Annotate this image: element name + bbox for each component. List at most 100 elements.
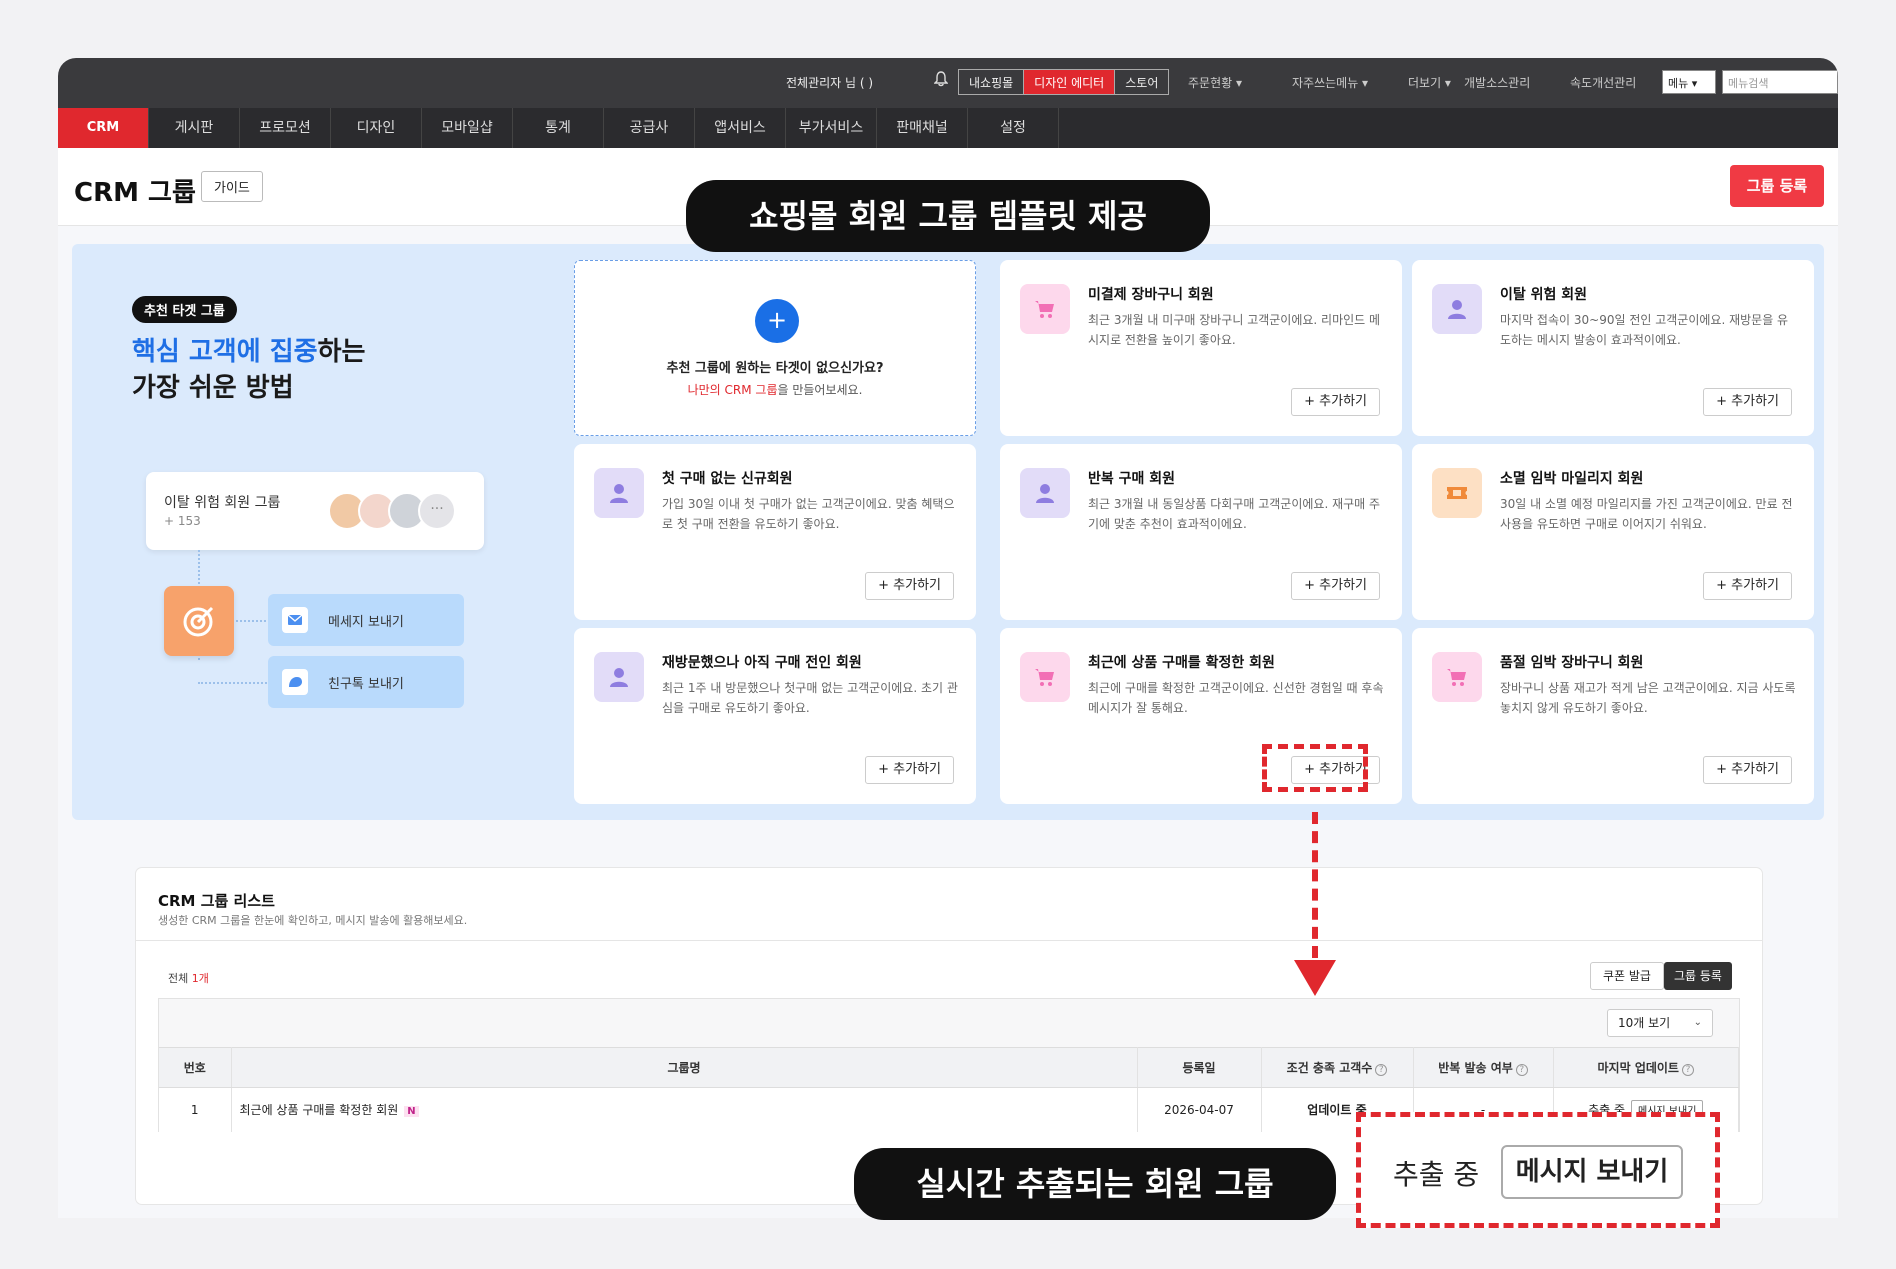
plus-icon[interactable]: + — [755, 299, 799, 343]
dev-source-menu[interactable]: 개발소스관리 — [1464, 74, 1530, 91]
col-date: 등록일 — [1137, 1047, 1262, 1088]
risk-group-card: 이탈 위험 회원 그룹 + 153 ··· — [146, 472, 484, 550]
guide-button[interactable]: 가이드 — [201, 171, 263, 202]
divider — [136, 940, 1762, 941]
nav-sales-channel[interactable]: 판매채널 — [877, 108, 968, 148]
card-title: 미결제 장바구니 회원 — [1088, 287, 1214, 303]
card-title: 소멸 임박 마일리지 회원 — [1500, 471, 1644, 487]
main-nav: CRM 게시판 프로모션 디자인 모바일샵 통계 공급사 앱서비스 부가서비스 … — [58, 108, 1838, 148]
add-button[interactable]: + 추가하기 — [1703, 572, 1792, 600]
card-title: 최근에 상품 구매를 확정한 회원 — [1088, 655, 1275, 671]
nav-crm[interactable]: CRM — [58, 108, 149, 148]
add-button[interactable]: + 추가하기 — [1703, 388, 1792, 416]
custom-group-hint: 나만의 CRM 그룹을 만들어보세요. — [687, 383, 863, 397]
send-friendtalk-item: 친구톡 보내기 — [268, 656, 464, 708]
more-avatars: ··· — [418, 492, 456, 530]
nav-mobile[interactable]: 모바일샵 — [422, 108, 513, 148]
target-icon — [164, 586, 234, 656]
template-card: 미결제 장바구니 회원 최근 3개월 내 미구매 장바구니 고객군이에요. 리마… — [1000, 260, 1402, 436]
card-description: 30일 내 소멸 예정 마일리지를 가진 고객군이에요. 만료 전 사용을 유도… — [1500, 497, 1793, 531]
add-button[interactable]: + 추가하기 — [1291, 388, 1380, 416]
add-button[interactable]: + 추가하기 — [865, 756, 954, 784]
user-icon — [594, 468, 644, 518]
template-card: 반복 구매 회원 최근 3개월 내 동일상품 다회구매 고객군이에요. 재구매 … — [1000, 444, 1402, 620]
help-icon: ? — [1681, 1064, 1694, 1076]
row-number: 1 — [159, 1087, 232, 1132]
my-shop-link[interactable]: 내쇼핑몰 — [959, 70, 1025, 94]
frequent-menu[interactable]: 자주쓰는메뉴 ▾ — [1292, 74, 1368, 91]
cart-icon — [1020, 284, 1070, 334]
risk-group-title: 이탈 위험 회원 그룹 — [164, 495, 281, 511]
nav-app-service[interactable]: 앱서비스 — [695, 108, 786, 148]
template-card: 첫 구매 없는 신규회원 가입 30일 이내 첫 구매가 없는 고객군이에요. … — [574, 444, 976, 620]
col-count: 조건 충족 고객수? — [1261, 1047, 1414, 1088]
help-icon: ? — [1375, 1064, 1388, 1076]
bell-icon[interactable] — [933, 71, 949, 90]
new-badge: N — [404, 1106, 419, 1118]
custom-group-card[interactable]: + 추천 그룹에 원하는 타겟이 없으신가요? 나만의 CRM 그룹을 만들어보… — [574, 260, 976, 436]
menu-search-input[interactable]: 메뉴검색 — [1722, 70, 1838, 94]
page-title: CRM 그룹 — [74, 178, 196, 208]
arrow-down-icon — [1294, 960, 1336, 996]
speed-menu[interactable]: 속도개선관리 — [1570, 74, 1636, 91]
add-button[interactable]: + 추가하기 — [1703, 756, 1792, 784]
add-button[interactable]: + 추가하기 — [865, 572, 954, 600]
top-bar: 전체관리자 님 ( ) 내쇼핑몰 디자인 에디터 스토어 주문현황 ▾ 자주쓰는… — [58, 58, 1838, 108]
row-date: 2026-04-07 — [1137, 1087, 1262, 1132]
card-description: 최근에 구매를 확정한 고객군이에요. 신선한 경험일 때 후속 메시지가 잘 … — [1088, 681, 1384, 715]
card-description: 가입 30일 이내 첫 구매가 없는 고객군이에요. 맞춤 혜택으로 첫 구매 … — [662, 497, 955, 531]
design-editor-link[interactable]: 디자인 에디터 — [1024, 70, 1116, 94]
template-card: 재방문했으나 아직 구매 전인 회원 최근 1주 내 방문했으나 첫구매 없는 … — [574, 628, 976, 804]
nav-promotion[interactable]: 프로모션 — [240, 108, 331, 148]
admin-name: 전체관리자 님 ( ) — [786, 76, 874, 90]
shop-switcher: 내쇼핑몰 디자인 에디터 스토어 — [958, 69, 1170, 95]
nav-settings[interactable]: 설정 — [968, 108, 1059, 148]
list-subtitle: 생성한 CRM 그룹을 한눈에 확인하고, 메시지 발송에 활용해보세요. — [158, 914, 468, 927]
card-description: 최근 3개월 내 미구매 장바구니 고객군이에요. 리마인드 메시지로 전환율 … — [1088, 313, 1381, 347]
template-card: 소멸 임박 마일리지 회원 30일 내 소멸 예정 마일리지를 가진 고객군이에… — [1412, 444, 1814, 620]
template-card: 품절 임박 장바구니 회원 장바구니 상품 재고가 적게 남은 고객군이에요. … — [1412, 628, 1814, 804]
template-card: 이탈 위험 회원 마지막 접속이 30~90일 전인 고객군이에요. 재방문을 … — [1412, 260, 1814, 436]
col-repeat: 반복 발송 여부? — [1413, 1047, 1554, 1088]
list-group-register-button[interactable]: 그룹 등록 — [1664, 962, 1732, 990]
user-icon — [1020, 468, 1070, 518]
cart-icon — [1432, 652, 1482, 702]
menu-select[interactable]: 메뉴 ▾ — [1662, 70, 1716, 94]
highlight-box — [1262, 744, 1368, 792]
send-message-item: 메세지 보내기 — [268, 594, 464, 646]
card-title: 이탈 위험 회원 — [1500, 287, 1588, 303]
order-status-menu[interactable]: 주문현황 ▾ — [1188, 74, 1242, 91]
col-last-update: 마지막 업데이트? — [1553, 1047, 1739, 1088]
cart-icon — [1020, 652, 1070, 702]
chevron-down-icon: ⌄ — [1693, 1017, 1702, 1028]
nav-supplier[interactable]: 공급사 — [604, 108, 695, 148]
coupon-issue-button[interactable]: 쿠폰 발급 — [1590, 962, 1664, 990]
nav-addon-service[interactable]: 부가서비스 — [786, 108, 877, 148]
send-message-label: 메세지 보내기 — [328, 615, 404, 630]
arrow-line — [1312, 812, 1318, 958]
group-register-button[interactable]: 그룹 등록 — [1730, 165, 1824, 207]
zoom-status: 추출 중 — [1393, 1158, 1480, 1191]
chat-icon — [282, 669, 308, 695]
card-title: 재방문했으나 아직 구매 전인 회원 — [662, 655, 862, 671]
total-count: 전체 1개 — [168, 972, 209, 985]
mail-icon — [282, 607, 308, 633]
user-icon — [594, 652, 644, 702]
card-description: 장바구니 상품 재고가 적게 남은 고객군이에요. 지금 사도록 놓치지 않게 … — [1500, 681, 1796, 715]
card-description: 최근 1주 내 방문했으나 첫구매 없는 고객군이에요. 초기 관심을 구매로 … — [662, 681, 958, 715]
nav-board[interactable]: 게시판 — [149, 108, 240, 148]
page-size-select[interactable]: 10개 보기 ⌄ — [1607, 1009, 1713, 1037]
nav-stats[interactable]: 통계 — [513, 108, 604, 148]
card-title: 반복 구매 회원 — [1088, 471, 1176, 487]
hero-title: 핵심 고객에 집중하는 가장 쉬운 방법 — [132, 337, 366, 403]
nav-design[interactable]: 디자인 — [331, 108, 422, 148]
zoom-send-message-button[interactable]: 메시지 보내기 — [1501, 1145, 1683, 1199]
list-title: CRM 그룹 리스트 — [158, 892, 275, 910]
realtime-callout: 실시간 추출되는 회원 그룹 — [854, 1148, 1336, 1220]
col-group-name: 그룹명 — [231, 1047, 1138, 1088]
more-menu[interactable]: 더보기 ▾ — [1408, 74, 1451, 91]
add-button[interactable]: + 추가하기 — [1291, 572, 1380, 600]
store-link[interactable]: 스토어 — [1115, 70, 1168, 94]
row-group-name[interactable]: 최근에 상품 구매를 확정한 회원 N — [231, 1087, 1138, 1132]
col-number: 번호 — [159, 1047, 232, 1088]
